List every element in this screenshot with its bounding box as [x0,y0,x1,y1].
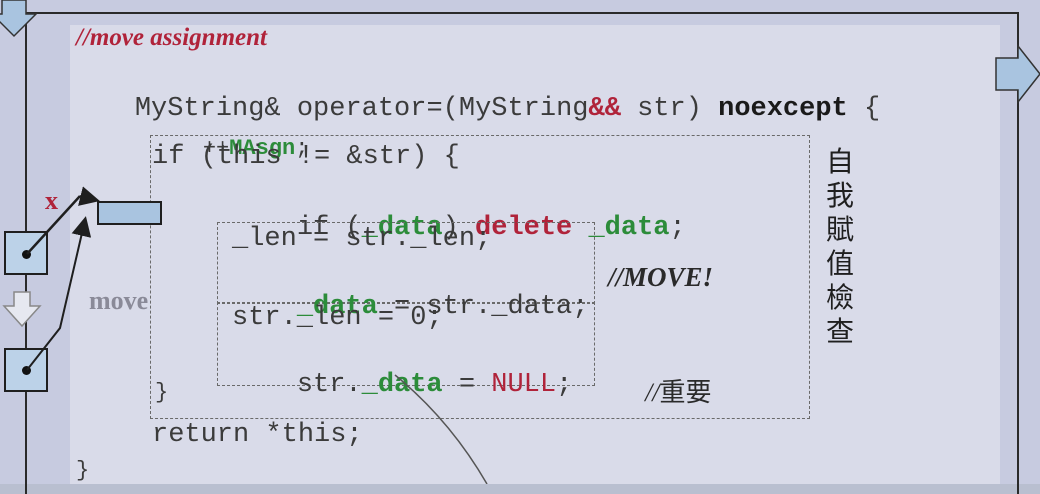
x-mark: x [45,186,58,215]
down-hollow-arrow-icon [2,291,42,328]
pointer-arrows [2,186,488,484]
move-label: move [89,286,149,315]
callout-line [394,374,488,484]
slide: //move assignment MyString& operator=(My… [0,0,1040,494]
pointer-arrow-to-rect [78,186,100,206]
pointer-line-after [26,216,92,371]
